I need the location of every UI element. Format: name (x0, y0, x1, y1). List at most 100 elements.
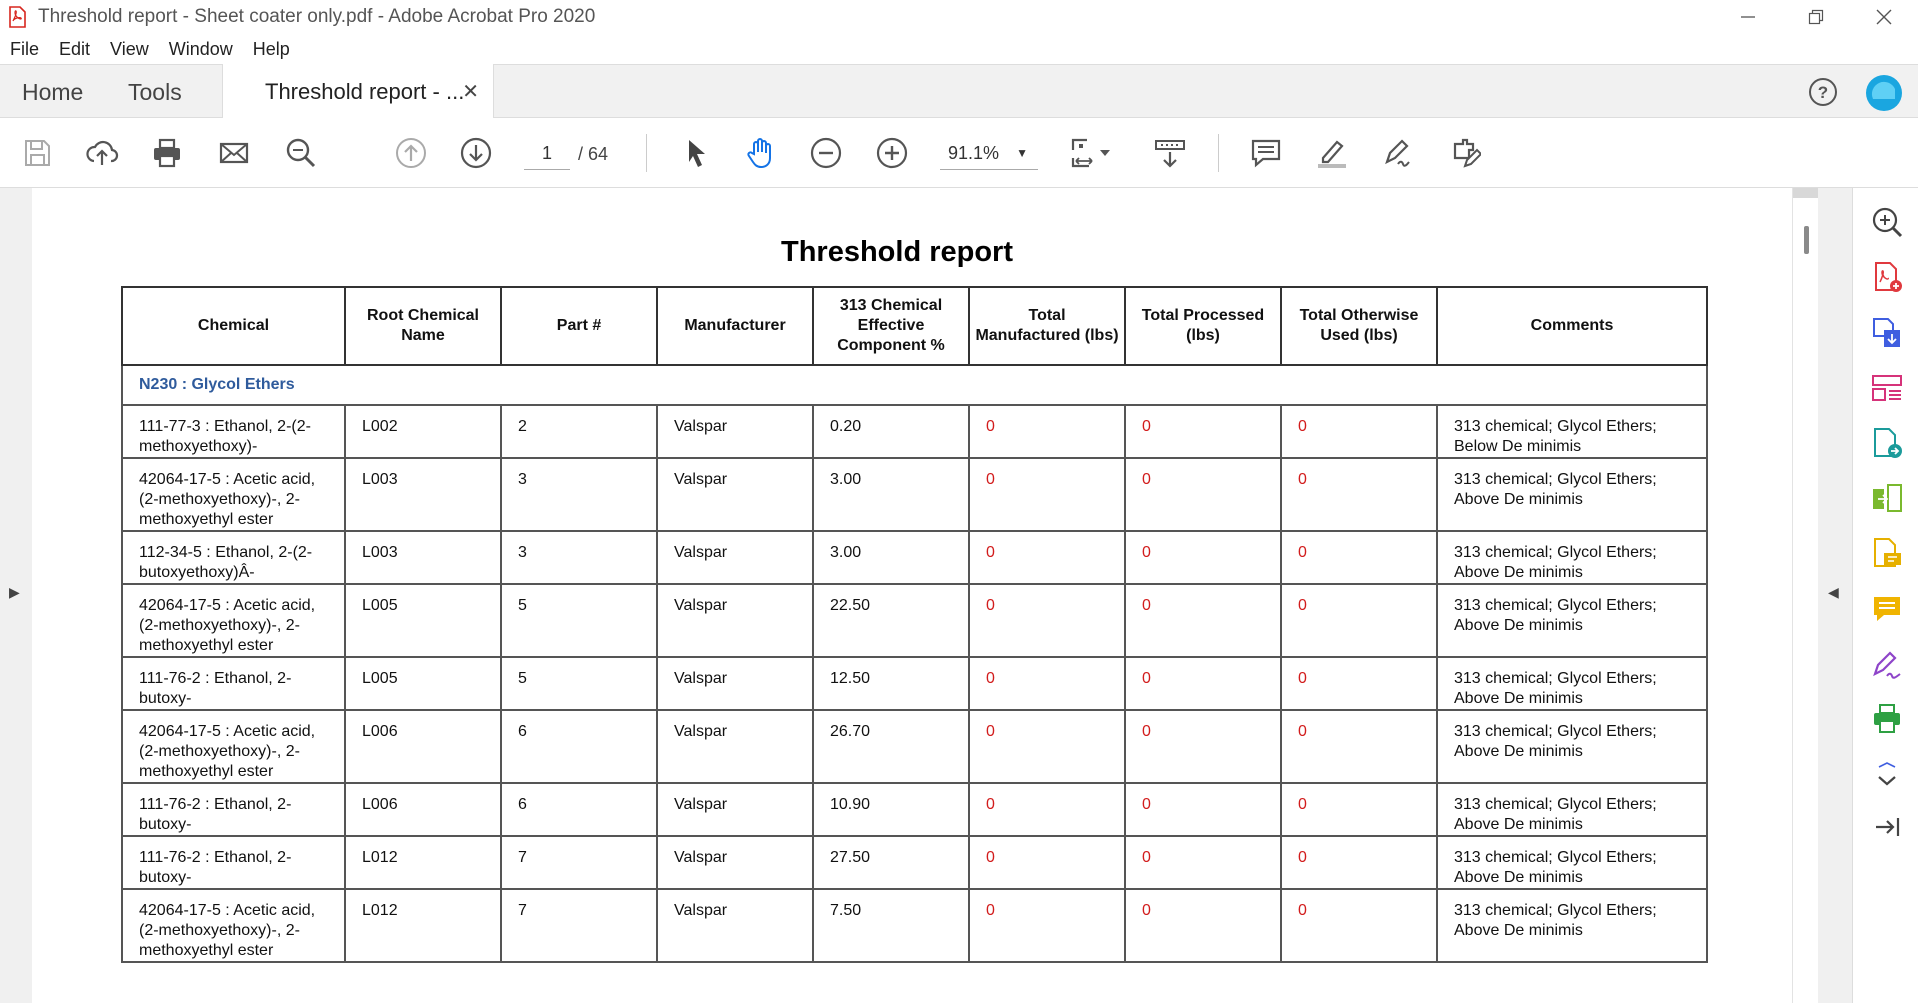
page-up-icon[interactable] (393, 135, 429, 171)
save-icon[interactable] (19, 135, 55, 171)
close-tab-icon[interactable]: ✕ (462, 79, 479, 104)
cell-comments: 313 chemical; Glycol Ethers; Above De mi… (1436, 656, 1708, 711)
collapse-panel-icon[interactable] (1870, 810, 1904, 844)
zoom-level-value: 91.1% (948, 143, 1000, 163)
organize-pages-icon[interactable] (1870, 371, 1904, 405)
column-header: Total Processed (lbs) (1124, 286, 1282, 366)
cell-effective-component: 12.50 (812, 656, 970, 711)
scrollbar-thumb[interactable] (1804, 226, 1809, 254)
cell-total-manufactured: 0 (968, 404, 1126, 459)
column-header: 313 Chemical Effective Component % (812, 286, 970, 366)
cell-effective-component: 7.50 (812, 888, 970, 963)
menu-file[interactable]: File (0, 39, 49, 60)
close-window-button[interactable] (1850, 0, 1918, 34)
table-row: 111-76-2 : Ethanol, 2-butoxy- L005 5 Valspa… (121, 656, 1708, 711)
fit-page-icon[interactable] (1066, 135, 1102, 171)
left-panel-toggle[interactable]: ▶ (0, 188, 32, 1003)
cell-total-processed: 0 (1124, 782, 1282, 837)
cell-part: 3 (500, 530, 658, 585)
cell-root-chemical-name: L003 (344, 457, 502, 532)
more-tools-icon[interactable] (1870, 757, 1904, 791)
zoom-level-select[interactable]: 91.1% ▼ (940, 138, 1038, 170)
document-viewer: ▶ Threshold report Chemical Root Chemica… (0, 188, 1852, 1003)
table-row: 111-76-2 : Ethanol, 2-butoxy- L006 6 Valspa… (121, 782, 1708, 837)
zoom-out-icon[interactable] (808, 135, 844, 171)
expand-left-panel-icon[interactable]: ▶ (9, 584, 20, 601)
search-icon[interactable] (283, 135, 319, 171)
cell-manufacturer: Valspar (656, 835, 814, 890)
cell-total-manufactured: 0 (968, 782, 1126, 837)
cell-manufacturer: Valspar (656, 709, 814, 784)
minimize-button[interactable] (1714, 0, 1782, 34)
menu-view[interactable]: View (100, 39, 159, 60)
cell-part: 7 (500, 835, 658, 890)
cell-root-chemical-name: L005 (344, 583, 502, 658)
cell-chemical: 112-34-5 : Ethanol, 2-(2-butoxyethoxy)Â- (121, 530, 346, 585)
cell-total-processed: 0 (1124, 404, 1282, 459)
create-pdf-icon[interactable] (1870, 260, 1904, 294)
sign-tool-icon[interactable] (1870, 647, 1904, 681)
page-down-icon[interactable] (458, 135, 494, 171)
comment-tool-icon[interactable] (1870, 592, 1904, 626)
combine-files-icon[interactable] (1870, 481, 1904, 515)
cell-root-chemical-name: L012 (344, 835, 502, 890)
fill-sign-icon[interactable] (1870, 536, 1904, 570)
print-production-icon[interactable] (1870, 702, 1904, 736)
tab-document-label: Threshold report - ... (265, 78, 465, 104)
cell-chemical: 111-76-2 : Ethanol, 2-butoxy- (121, 835, 346, 890)
send-for-review-icon[interactable] (1870, 426, 1904, 460)
cell-effective-component: 22.50 (812, 583, 970, 658)
cell-effective-component: 26.70 (812, 709, 970, 784)
help-icon[interactable]: ? (1808, 77, 1838, 107)
cell-total-processed: 0 (1124, 583, 1282, 658)
cell-root-chemical-name: L003 (344, 530, 502, 585)
print-icon[interactable] (149, 135, 185, 171)
restore-button[interactable] (1782, 0, 1850, 34)
edit-pdf-icon[interactable] (1446, 135, 1482, 171)
cell-root-chemical-name: L012 (344, 888, 502, 963)
page-number-input[interactable]: 1 (524, 138, 570, 170)
hand-icon[interactable] (742, 135, 778, 171)
column-header: Total Manufactured (lbs) (968, 286, 1126, 366)
fit-page-dropdown-icon[interactable] (1098, 135, 1112, 171)
export-pdf-icon[interactable] (1870, 316, 1904, 350)
upload-icon[interactable] (84, 135, 120, 171)
collapse-right-panel-icon[interactable]: ◀ (1828, 584, 1839, 601)
table-row: 42064-17-5 : Acetic acid, (2-methoxyetho… (121, 457, 1708, 532)
tab-document[interactable]: Threshold report - ... ✕ (222, 64, 494, 119)
column-header: Part # (500, 286, 658, 366)
avatar[interactable] (1866, 75, 1902, 111)
sign-icon[interactable] (1380, 135, 1416, 171)
zoom-panel-icon[interactable] (1870, 205, 1904, 239)
scroll-mode-icon[interactable] (1152, 135, 1188, 171)
tab-home[interactable]: Home (22, 65, 83, 119)
cell-comments: 313 chemical; Glycol Ethers; Above De mi… (1436, 835, 1708, 890)
column-header: Root Chemical Name (344, 286, 502, 366)
cell-chemical: 42064-17-5 : Acetic acid, (2-methoxyetho… (121, 709, 346, 784)
cell-manufacturer: Valspar (656, 457, 814, 532)
table-row: 112-34-5 : Ethanol, 2-(2-butoxyethoxy)Â-… (121, 530, 1708, 585)
table-header-row: Chemical Root Chemical Name Part # Manuf… (121, 286, 1708, 366)
cell-comments: 313 chemical; Glycol Ethers; Above De mi… (1436, 888, 1708, 963)
tab-tools[interactable]: Tools (128, 65, 182, 119)
menu-edit[interactable]: Edit (49, 39, 100, 60)
cell-effective-component: 10.90 (812, 782, 970, 837)
cell-total-manufactured: 0 (968, 457, 1126, 532)
table-row: 111-76-2 : Ethanol, 2-butoxy- L012 7 Valspa… (121, 835, 1708, 890)
right-panel-toggle[interactable]: ◀ (1818, 188, 1852, 1003)
threshold-report-table: Chemical Root Chemical Name Part # Manuf… (121, 286, 1708, 963)
vertical-scrollbar[interactable] (1792, 188, 1819, 1003)
cell-total-manufactured: 0 (968, 530, 1126, 585)
cell-root-chemical-name: L002 (344, 404, 502, 459)
comment-icon[interactable] (1248, 135, 1284, 171)
scrollbar-top (1793, 188, 1819, 198)
zoom-in-icon[interactable] (874, 135, 910, 171)
menu-help[interactable]: Help (243, 39, 300, 60)
cell-chemical: 111-76-2 : Ethanol, 2-butoxy- (121, 782, 346, 837)
menu-window[interactable]: Window (159, 39, 243, 60)
cell-total-otherwise-used: 0 (1280, 835, 1438, 890)
email-icon[interactable] (216, 135, 252, 171)
select-cursor-icon[interactable] (678, 135, 714, 171)
highlight-icon[interactable] (1314, 135, 1350, 171)
column-header: Chemical (121, 286, 346, 366)
